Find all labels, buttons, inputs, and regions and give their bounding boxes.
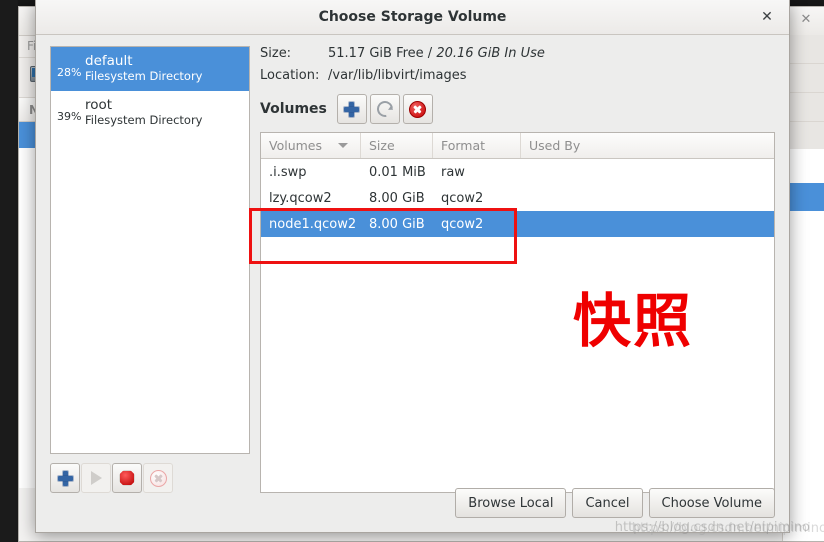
cancel-button[interactable]: Cancel [572,488,643,518]
volume-name: node1.qcow2 [269,216,357,232]
pool-name: root [85,97,113,114]
desktop-background: ✕ File Nam https://blog.csdn.net/nipimin… [0,0,824,542]
stop-pool-button[interactable] [112,463,142,493]
volumes-section-header: Volumes [260,94,775,124]
table-row[interactable]: node1.qcow2 8.00 GiB qcow2 [261,211,774,237]
start-pool-button[interactable] [81,463,111,493]
close-icon[interactable]: ✕ [757,0,777,34]
volume-format: qcow2 [441,216,484,232]
storage-pool-list[interactable]: 28% default Filesystem Directory 39% roo… [50,46,250,454]
volume-size: 8.00 GiB [369,190,425,206]
dialog-body: 28% default Filesystem Directory 39% roo… [36,34,789,532]
delete-circle-icon [149,469,167,487]
pool-name: default [85,53,133,70]
pool-text-block: default Filesystem Directory [85,54,202,83]
storage-pool-toolbar[interactable] [50,463,250,493]
delete-circle-icon [409,100,427,118]
pool-type: Filesystem Directory [85,68,203,83]
volumes-label: Volumes [260,101,327,117]
table-row[interactable]: lzy.qcow2 8.00 GiB qcow2 [261,185,774,211]
volume-panel: Size: 51.17 GiB Free / 20.16 GiB In Use … [260,46,775,493]
play-icon [90,471,102,485]
annotation-text: 快照 [573,287,694,355]
pool-size-label: Size: [260,46,292,61]
column-header-volumes[interactable]: Volumes [261,133,361,158]
pool-type: Filesystem Directory [85,112,203,127]
pool-location-label: Location: [260,68,320,83]
column-header-format[interactable]: Format [433,133,521,158]
column-header-volumes-label: Volumes [269,138,323,153]
pool-size-row: Size: 51.17 GiB Free / 20.16 GiB In Use [260,46,775,61]
add-pool-button[interactable] [50,463,80,493]
pool-size-in-use: 20.16 GiB In Use [436,46,545,61]
plus-icon [57,470,73,486]
desktop-left-gutter [0,0,18,540]
refresh-volumes-button[interactable] [369,94,400,124]
pool-location-row: Location: /var/lib/libvirt/images [260,68,775,83]
pool-list-item-root[interactable]: 39% root Filesystem Directory [51,91,249,135]
watermark: https://blog.csdn.net/nipimino [614,520,810,535]
storage-pool-panel: 28% default Filesystem Directory 39% roo… [50,46,250,493]
chevron-down-icon [338,143,348,148]
plus-icon [344,101,360,117]
volume-format: raw [441,164,465,180]
pool-usage-percent: 39% [57,109,82,123]
dialog-title: Choose Storage Volume [318,9,507,25]
dialog-titlebar: Choose Storage Volume ✕ [36,0,789,35]
volumes-table-header[interactable]: Volumes Size Format Used By [261,133,774,159]
table-row[interactable]: .i.swp 0.01 MiB raw [261,159,774,185]
pool-location-value: /var/lib/libvirt/images [328,68,467,83]
dialog-footer: Browse Local Cancel Choose Volume [455,488,775,518]
pool-usage-percent: 28% [57,65,82,79]
add-volume-button[interactable] [336,94,367,124]
volumes-table[interactable]: Volumes Size Format Used By .i.swp 0.01 … [260,132,775,493]
stop-icon [119,470,135,486]
volume-size: 8.00 GiB [369,216,425,232]
column-header-used-by[interactable]: Used By [521,133,774,158]
delete-pool-button[interactable] [143,463,173,493]
pool-list-item-default[interactable]: 28% default Filesystem Directory [51,47,249,91]
browse-local-button[interactable]: Browse Local [455,488,567,518]
volume-name: lzy.qcow2 [269,190,332,206]
delete-volume-button[interactable] [402,94,433,124]
refresh-icon [373,97,397,121]
pool-text-block: root Filesystem Directory [85,98,202,127]
volume-size: 0.01 MiB [369,164,426,180]
choose-storage-volume-dialog[interactable]: Choose Storage Volume ✕ 28% default File… [35,0,790,533]
background-window-close-icon[interactable]: ✕ [797,11,815,29]
pool-size-value: 51.17 GiB Free / 20.16 GiB In Use [328,46,545,61]
volume-format: qcow2 [441,190,484,206]
choose-volume-button[interactable]: Choose Volume [648,488,775,518]
volume-name: .i.swp [269,164,307,180]
column-header-size[interactable]: Size [361,133,433,158]
pool-size-free: 51.17 GiB Free / [328,46,437,61]
dialog-content-row: 28% default Filesystem Directory 39% roo… [50,46,775,493]
